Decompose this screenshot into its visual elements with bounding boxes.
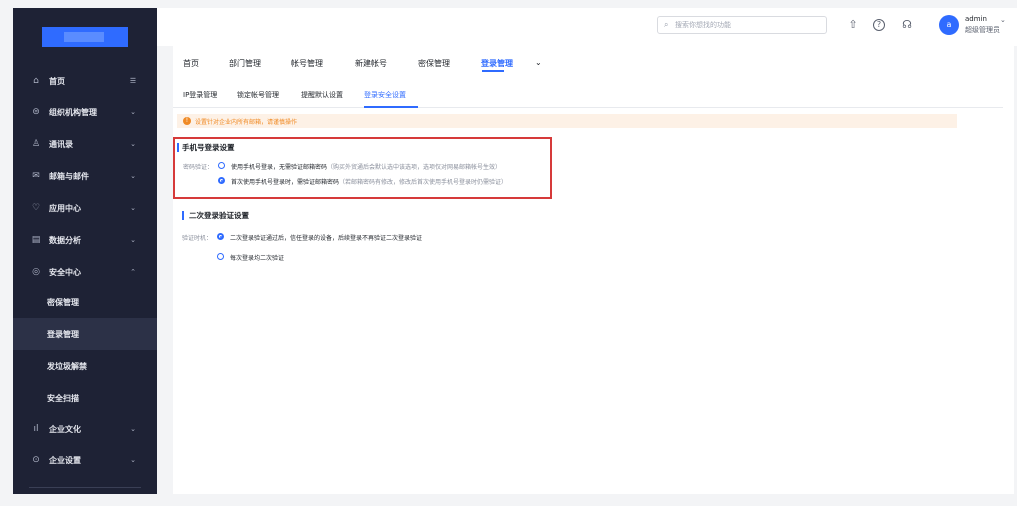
tab-new-account[interactable]: 新建帐号 xyxy=(355,58,387,69)
sidebar-subitem-login-management[interactable]: 登录管理 xyxy=(13,318,157,350)
option-hint: （若邮箱密码有修改，修改后首次使用手机号登录时仍需验证） xyxy=(339,179,508,186)
main-panel: 首页 部门管理 帐号管理 新建帐号 密保管理 登录管理 ⌄ IP登录管理 锁定帐… xyxy=(173,46,1014,494)
chevron-down-icon[interactable]: ⌄ xyxy=(1000,16,1006,24)
option-always-verify[interactable]: 每次登录均二次验证 xyxy=(230,253,284,262)
chevron-down-icon: ⌄ xyxy=(130,425,136,433)
section-title-secondary-verification: 二次登录验证设置 xyxy=(189,211,249,220)
subtab-ip-login[interactable]: IP登录管理 xyxy=(183,90,217,100)
subtab-bar: IP登录管理 锁定帐号管理 提醒默认设置 登录安全设置 xyxy=(173,82,1003,108)
chevron-down-icon: ⌄ xyxy=(130,108,136,116)
section-marker xyxy=(182,211,184,220)
sidebar-item-analytics[interactable]: ▤ 数据分析 ⌄ xyxy=(13,224,157,256)
company-logo xyxy=(42,27,128,47)
sidebar-subitem-label: 密保管理 xyxy=(47,297,79,307)
headset-icon[interactable]: ☊ xyxy=(901,19,913,31)
avatar[interactable]: a xyxy=(939,15,959,35)
analytics-icon: ▤ xyxy=(31,235,41,245)
radio-no-password[interactable] xyxy=(218,162,225,169)
apps-icon: ♡ xyxy=(31,203,41,213)
active-subtab-indicator xyxy=(364,106,418,108)
chevron-down-icon: ⌄ xyxy=(130,172,136,180)
sidebar-item-label: 数据分析 xyxy=(49,235,81,245)
password-verification-label: 密码验证： xyxy=(183,164,214,171)
chevron-down-icon: ⌄ xyxy=(130,140,136,148)
settings-icon: ⊙ xyxy=(32,455,40,465)
tab-accounts[interactable]: 帐号管理 xyxy=(291,58,323,69)
sidebar-item-culture[interactable]: ıl 企业文化 ⌄ xyxy=(13,413,157,445)
help-icon[interactable]: ? xyxy=(873,19,885,31)
home-icon: ⌂ xyxy=(33,76,39,86)
sidebar-item-contacts[interactable]: ♙ 通讯录 ⌄ xyxy=(13,128,157,160)
sidebar-item-label: 企业文化 xyxy=(49,424,81,434)
warning-notice: ! 设置针对企业内所有邮箱，请谨慎操作 xyxy=(177,114,957,128)
option-no-password[interactable]: 使用手机号登录，无需验证邮箱密码（购买外贸通后会默认选中该选项，选项仅对网易邮箱… xyxy=(231,162,501,171)
tab-department[interactable]: 部门管理 xyxy=(229,58,261,69)
sidebar-item-label: 组织机构管理 xyxy=(49,107,97,117)
search-input[interactable] xyxy=(675,21,825,29)
sidebar: ⌂ 首页 ☰ ⊜ 组织机构管理 ⌄ ♙ 通讯录 ⌄ ✉ 邮箱与邮件 ⌄ ♡ 应用… xyxy=(13,8,157,494)
warning-text: 设置针对企业内所有邮箱，请谨慎操作 xyxy=(195,118,298,126)
sidebar-item-home[interactable]: ⌂ 首页 ☰ xyxy=(13,65,157,97)
menu-collapse-icon[interactable]: ☰ xyxy=(129,77,137,85)
verification-timing-label: 验证时机： xyxy=(182,235,213,242)
sidebar-item-label: 企业设置 xyxy=(49,455,81,465)
tab-password-protection[interactable]: 密保管理 xyxy=(418,58,450,69)
sidebar-subitem-password-protection[interactable]: 密保管理 xyxy=(13,286,157,318)
mail-icon: ✉ xyxy=(32,171,40,181)
sidebar-divider xyxy=(29,487,141,488)
tab-home[interactable]: 首页 xyxy=(183,58,199,69)
sidebar-item-apps[interactable]: ♡ 应用中心 ⌄ xyxy=(13,192,157,224)
user-role: 超级管理员 xyxy=(965,26,1000,34)
sidebar-subitem-security-scan[interactable]: 安全扫描 xyxy=(13,382,157,414)
sidebar-item-label: 安全中心 xyxy=(49,267,81,277)
subtab-locked-accounts[interactable]: 锁定帐号管理 xyxy=(237,90,279,100)
radio-trust-device[interactable] xyxy=(217,233,224,240)
user-name[interactable]: admin xyxy=(965,15,987,23)
chevron-down-icon: ⌄ xyxy=(130,204,136,212)
chevron-down-icon: ⌄ xyxy=(130,236,136,244)
upload-icon[interactable]: ⇧ xyxy=(847,19,859,31)
warning-icon: ! xyxy=(183,117,191,125)
sidebar-item-label: 首页 xyxy=(49,76,65,86)
contacts-icon: ♙ xyxy=(31,139,41,149)
sidebar-item-label: 应用中心 xyxy=(49,203,81,213)
chevron-up-icon: ⌃ xyxy=(130,268,136,276)
subtab-login-security[interactable]: 登录安全设置 xyxy=(364,90,406,100)
tab-bar: 首页 部门管理 帐号管理 新建帐号 密保管理 登录管理 ⌄ xyxy=(173,46,1014,74)
sidebar-item-org[interactable]: ⊜ 组织机构管理 ⌄ xyxy=(13,96,157,128)
option-label: 首次使用手机号登录时，需验证邮箱密码 xyxy=(231,179,340,186)
subtab-reminder-defaults[interactable]: 提醒默认设置 xyxy=(301,90,343,100)
sidebar-item-label: 邮箱与邮件 xyxy=(49,171,89,181)
culture-icon: ıl xyxy=(33,424,39,434)
sidebar-subitem-label: 安全扫描 xyxy=(47,393,79,403)
logo-mark xyxy=(64,32,104,42)
tab-login-management[interactable]: 登录管理 xyxy=(481,58,513,69)
active-tab-indicator xyxy=(482,70,504,72)
org-icon: ⊜ xyxy=(32,107,40,117)
option-first-time-password[interactable]: 首次使用手机号登录时，需验证邮箱密码（若邮箱密码有修改，修改后首次使用手机号登录… xyxy=(231,177,507,186)
section-title-phone-login: 手机号登录设置 xyxy=(182,143,235,152)
sidebar-subitem-spam-unblock[interactable]: 发垃圾解禁 xyxy=(13,350,157,382)
sidebar-item-settings[interactable]: ⊙ 企业设置 ⌄ xyxy=(13,444,157,476)
sidebar-item-mail[interactable]: ✉ 邮箱与邮件 ⌄ xyxy=(13,160,157,192)
radio-first-time-password[interactable] xyxy=(218,177,225,184)
search-box[interactable]: ⌕ xyxy=(657,16,827,34)
sidebar-item-label: 通讯录 xyxy=(49,139,73,149)
option-trust-device[interactable]: 二次登录验证通过后，信任登录的设备，后续登录不再验证二次登录验证 xyxy=(230,233,422,242)
sidebar-item-security[interactable]: ◎ 安全中心 ⌃ xyxy=(13,256,157,288)
option-hint: （购买外贸通后会默认选中该选项，选项仅对网易邮箱帐号生效） xyxy=(327,164,502,171)
radio-always-verify[interactable] xyxy=(217,253,224,260)
top-header: ⌕ ⇧ ? ☊ a admin 超级管理员 ⌄ xyxy=(157,8,1017,46)
security-icon: ◎ xyxy=(32,267,40,277)
chevron-down-icon: ⌄ xyxy=(130,456,136,464)
sidebar-subitem-label: 发垃圾解禁 xyxy=(47,361,87,371)
sidebar-subitem-label: 登录管理 xyxy=(47,329,79,339)
section-marker xyxy=(177,143,179,152)
search-icon: ⌕ xyxy=(664,20,669,29)
chevron-down-icon[interactable]: ⌄ xyxy=(535,58,542,67)
option-label: 使用手机号登录，无需验证邮箱密码 xyxy=(231,164,328,171)
